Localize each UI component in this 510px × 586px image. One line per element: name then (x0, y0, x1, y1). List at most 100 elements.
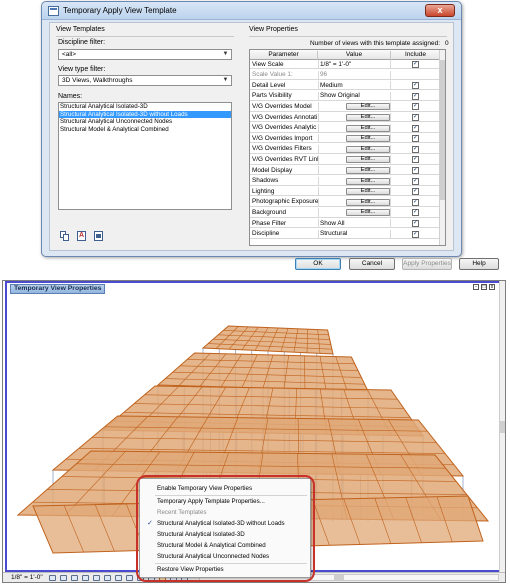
view-type-filter-value: 3D Views, Walkthroughs (62, 77, 133, 84)
table-row[interactable]: Discipline Structural ✓ (250, 229, 441, 239)
edit-button[interactable]: Edit... (346, 124, 390, 132)
parameter-cell: Photographic Exposure (252, 198, 318, 206)
table-row[interactable]: Model Display Edit... ✓ (250, 166, 441, 176)
table-row[interactable]: Photographic Exposure Edit... ✓ (250, 197, 441, 208)
chevron-down-icon: ▼ (222, 77, 229, 83)
delete-icon[interactable] (94, 231, 103, 241)
parameter-cell: Discipline (252, 230, 280, 238)
scrollbar-thumb[interactable] (334, 575, 344, 580)
restore-icon[interactable]: □ (481, 284, 487, 290)
assigned-count-value: 0 (445, 40, 449, 47)
edit-button[interactable]: Edit... (346, 145, 390, 153)
table-row[interactable]: Parts Visibility Show Original ✓ (250, 91, 441, 102)
table-row[interactable]: Detail Level Medium ✓ (250, 81, 441, 91)
view-vertical-scrollbar[interactable] (499, 281, 505, 572)
include-checkbox[interactable]: ✓ (412, 230, 419, 238)
sun-path-icon[interactable] (71, 575, 78, 581)
discipline-filter-select[interactable]: <all> ▼ (58, 49, 232, 60)
include-checkbox[interactable]: ✓ (412, 61, 419, 68)
template-names-list[interactable]: Structural Analytical Isolated-3D Struct… (58, 102, 232, 210)
value-text[interactable]: 1/8" = 1'-0" (320, 61, 390, 68)
include-checkbox[interactable]: ✓ (412, 167, 419, 174)
edit-button[interactable]: Edit... (346, 198, 390, 206)
table-row[interactable]: V/G Overrides Model Edit... ✓ (250, 102, 441, 112)
help-button[interactable]: Help (459, 258, 499, 270)
table-scrollbar[interactable] (439, 50, 445, 245)
close-button[interactable]: x (425, 4, 455, 17)
edit-button[interactable]: Edit... (346, 114, 390, 121)
detail-level-icon[interactable] (49, 575, 56, 581)
parameter-cell: V/G Overrides Annotati (252, 113, 318, 121)
parameter-cell: V/G Overrides Model (252, 102, 312, 110)
parameter-cell: Scale Value 1: (252, 71, 293, 79)
dialog-titlebar[interactable]: Temporary Apply View Template x (42, 2, 461, 20)
include-checkbox[interactable]: ✓ (412, 198, 419, 206)
view-properties-table: Parameter Value Include View Scale 1/8" =… (249, 49, 446, 246)
visual-style-icon[interactable] (60, 575, 67, 581)
parameter-cell: View Scale (252, 60, 284, 68)
value-text[interactable]: Show All (320, 220, 390, 227)
red-highlight-outline (136, 475, 315, 582)
edit-button[interactable]: Edit... (346, 156, 390, 164)
edit-button[interactable]: Edit... (346, 188, 390, 196)
crop-icon[interactable] (104, 575, 111, 581)
divider (249, 36, 447, 37)
include-checkbox[interactable]: ✓ (412, 103, 419, 111)
include-checkbox[interactable]: ✓ (412, 135, 419, 143)
list-item[interactable]: Structural Analytical Isolated-3D (59, 103, 231, 111)
apply-properties-button[interactable]: Apply Properties (402, 258, 452, 270)
include-checkbox[interactable]: ✓ (412, 209, 419, 217)
parameter-cell: Parts Visibility (252, 92, 292, 100)
view-scale-label[interactable]: 1/8" = 1'-0" (11, 574, 43, 581)
column-header-parameter: Parameter (250, 51, 318, 60)
table-row[interactable]: V/G Overrides Import Edit... ✓ (250, 134, 441, 144)
divider (56, 36, 234, 37)
cancel-button[interactable]: Cancel (349, 258, 395, 270)
table-row[interactable]: Phase Filter Show All ✓ (250, 219, 441, 229)
include-checkbox[interactable]: ✓ (412, 188, 419, 196)
edit-button[interactable]: Edit... (346, 167, 390, 174)
unlock-3d-icon[interactable] (126, 575, 133, 581)
edit-button[interactable]: Edit... (346, 177, 390, 185)
edit-button[interactable]: Edit... (346, 209, 390, 217)
table-row[interactable]: V/G Overrides Filters Edit... ✓ (250, 144, 441, 155)
list-item-selected[interactable]: Structural Analytical Isolated-3D withou… (59, 110, 231, 118)
value-text[interactable]: Medium (320, 82, 390, 89)
edit-button[interactable]: Edit... (346, 135, 390, 143)
include-checkbox[interactable]: ✓ (412, 220, 419, 227)
value-text[interactable]: Structural (320, 230, 390, 237)
close-view-icon[interactable]: x (489, 284, 495, 290)
table-row[interactable]: Background Edit... ✓ (250, 208, 441, 218)
parameter-cell: V/G Overrides RVT Link (252, 155, 318, 163)
scrollbar-thumb[interactable] (500, 421, 505, 433)
assigned-count-label: Number of views with this template assig… (310, 40, 441, 47)
include-checkbox[interactable]: ✓ (412, 82, 419, 90)
shadows-icon[interactable] (82, 575, 89, 581)
table-row[interactable]: View Scale 1/8" = 1'-0" ✓ (250, 60, 441, 70)
discipline-filter-value: <all> (62, 51, 77, 58)
table-row[interactable]: V/G Overrides RVT Link Edit... ✓ (250, 155, 441, 165)
table-row[interactable]: Lighting Edit... ✓ (250, 187, 441, 197)
table-row[interactable]: Scale Value 1: 96 (250, 70, 441, 80)
view-type-filter-select[interactable]: 3D Views, Walkthroughs ▼ (58, 75, 232, 86)
list-item[interactable]: Structural Analytical Unconnected Nodes (59, 118, 231, 126)
table-row[interactable]: V/G Overrides Analytic Edit... ✓ (250, 123, 441, 133)
value-text[interactable]: Show Original (320, 92, 390, 99)
crop-visibility-icon[interactable] (115, 575, 122, 581)
include-checkbox[interactable]: ✓ (412, 177, 419, 185)
minimize-icon[interactable]: - (473, 284, 479, 290)
duplicate-icon[interactable] (60, 231, 69, 241)
include-checkbox[interactable]: ✓ (412, 92, 419, 100)
render-icon[interactable] (93, 575, 100, 581)
rename-icon[interactable]: A (77, 231, 86, 241)
edit-button[interactable]: Edit... (346, 103, 390, 111)
scrollbar-thumb[interactable] (440, 60, 445, 200)
table-row[interactable]: V/G Overrides Annotati Edit... ✓ (250, 113, 441, 123)
include-checkbox[interactable]: ✓ (412, 145, 419, 153)
include-checkbox[interactable]: ✓ (412, 114, 419, 121)
include-checkbox[interactable]: ✓ (412, 156, 419, 164)
include-checkbox[interactable]: ✓ (412, 124, 419, 132)
ok-button[interactable]: OK (295, 258, 341, 270)
table-row[interactable]: Shadows Edit... ✓ (250, 176, 441, 186)
list-item[interactable]: Structural Model & Analytical Combined (59, 126, 231, 134)
